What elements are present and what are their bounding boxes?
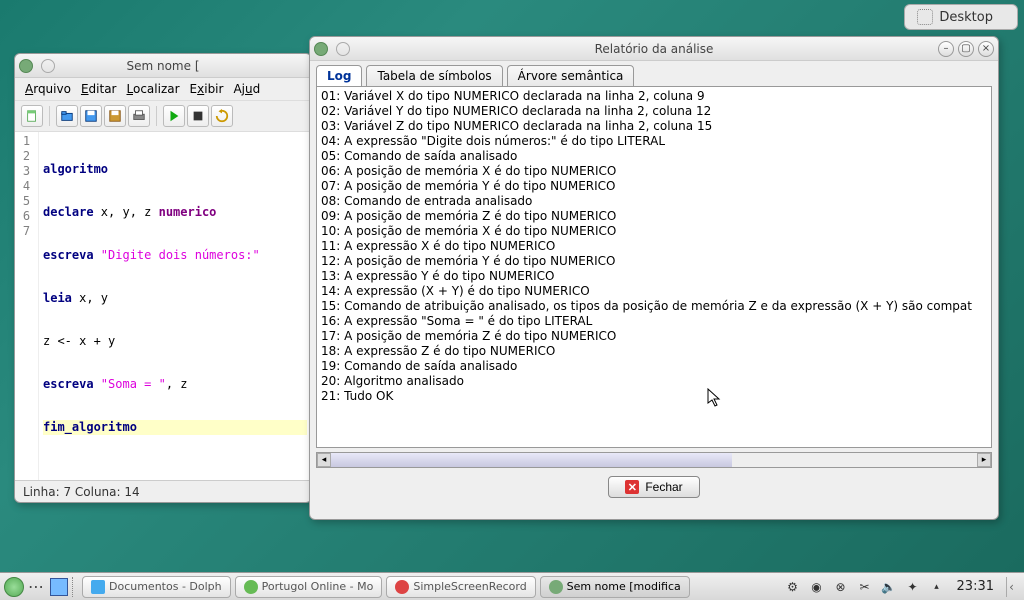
panel-expand-icon[interactable]: ‹ xyxy=(1006,577,1016,597)
recorder-icon xyxy=(395,580,409,594)
system-tray: ⚙ ◉ ⊗ ✂ 🔈 ✦ ▴ 23:31 ‹ xyxy=(785,577,1020,597)
volume-icon[interactable]: 🔈 xyxy=(881,579,897,595)
maximize-button[interactable]: ▢ xyxy=(958,41,974,57)
log-line: 08: Comando de entrada analisado xyxy=(321,194,987,209)
close-button[interactable]: × xyxy=(978,41,994,57)
open-button[interactable] xyxy=(56,105,78,127)
toolbar xyxy=(15,101,311,132)
start-button[interactable] xyxy=(4,577,24,597)
taskbar: ⋯ Documentos - Dolph Portugol Online - M… xyxy=(0,572,1024,600)
log-line: 14: A expressão (X + Y) é do tipo NUMERI… xyxy=(321,284,987,299)
log-line: 13: A expressão Y é do tipo NUMERICO xyxy=(321,269,987,284)
desktop-label: Desktop xyxy=(939,10,993,25)
network-icon[interactable]: ◉ xyxy=(809,579,825,595)
log-line: 03: Variável Z do tipo NUMERICO declarad… xyxy=(321,119,987,134)
desktop-switcher[interactable]: Desktop xyxy=(904,4,1018,30)
log-line: 05: Comando de saída analisado xyxy=(321,149,987,164)
run-button[interactable] xyxy=(163,105,185,127)
task-recorder[interactable]: SimpleScreenRecord xyxy=(386,576,535,598)
log-line: 01: Variável X do tipo NUMERICO declarad… xyxy=(321,89,987,104)
log-line: 02: Variável Y do tipo NUMERICO declarad… xyxy=(321,104,987,119)
dolphin-icon xyxy=(91,580,105,594)
menu-view[interactable]: Exibir xyxy=(186,80,228,98)
tray-close-icon[interactable]: ⊗ xyxy=(833,579,849,595)
log-line: 18: A expressão Z é do tipo NUMERICO xyxy=(321,344,987,359)
statusbar: Linha: 7 Coluna: 14 xyxy=(15,480,311,502)
scroll-left-icon[interactable]: ◂ xyxy=(317,453,331,467)
tray-icon[interactable]: ⚙ xyxy=(785,579,801,595)
quicklaunch-icon[interactable]: ⋯ xyxy=(28,577,46,596)
log-line: 19: Comando de saída analisado xyxy=(321,359,987,374)
cursor-position: Linha: 7 Coluna: 14 xyxy=(23,485,140,499)
new-button[interactable] xyxy=(21,105,43,127)
log-line: 16: A expressão "Soma = " é do tipo LITE… xyxy=(321,314,987,329)
log-line: 10: A posição de memória X é do tipo NUM… xyxy=(321,224,987,239)
editor-icon xyxy=(549,580,563,594)
log-line: 09: A posição de memória Z é do tipo NUM… xyxy=(321,209,987,224)
editor-window: Sem nome [ Arquivo Editar Localizar Exib… xyxy=(14,53,312,503)
log-line: 11: A expressão X é do tipo NUMERICO xyxy=(321,239,987,254)
save-button[interactable] xyxy=(80,105,102,127)
show-desktop-icon[interactable] xyxy=(50,578,68,596)
editor-title: Sem nome [ xyxy=(15,59,311,73)
stop-button[interactable] xyxy=(187,105,209,127)
editor-body: 1234567 algoritmo declare x, y, z numeri… xyxy=(15,132,311,480)
step-button[interactable] xyxy=(211,105,233,127)
task-editor[interactable]: Sem nome [modifica xyxy=(540,576,690,598)
menu-find[interactable]: Localizar xyxy=(123,80,184,98)
saveas-button[interactable] xyxy=(104,105,126,127)
gutter: 1234567 xyxy=(15,132,39,480)
log-line: 15: Comando de atribuição analisado, os … xyxy=(321,299,987,314)
editor-titlebar[interactable]: Sem nome [ xyxy=(15,54,311,78)
log-output[interactable]: 01: Variável X do tipo NUMERICO declarad… xyxy=(316,86,992,448)
analysis-window: Relatório da análise – ▢ × Log Tabela de… xyxy=(309,36,999,520)
bluetooth-icon[interactable]: ✦ xyxy=(905,579,921,595)
menu-edit[interactable]: Editar xyxy=(77,80,121,98)
task-documents[interactable]: Documentos - Dolph xyxy=(82,576,231,598)
horizontal-scrollbar[interactable]: ◂ ▸ xyxy=(316,452,992,468)
analysis-titlebar[interactable]: Relatório da análise – ▢ × xyxy=(310,37,998,61)
tab-log[interactable]: Log xyxy=(316,65,362,86)
browser-icon xyxy=(244,580,258,594)
code-area[interactable]: algoritmo declare x, y, z numerico escre… xyxy=(39,132,311,480)
log-line: 21: Tudo OK xyxy=(321,389,987,404)
print-button[interactable] xyxy=(128,105,150,127)
clock[interactable]: 23:31 xyxy=(953,579,998,594)
log-line: 20: Algoritmo analisado xyxy=(321,374,987,389)
minimize-button[interactable]: – xyxy=(938,41,954,57)
menubar: Arquivo Editar Localizar Exibir Ajud xyxy=(15,78,311,101)
close-icon: ✕ xyxy=(625,480,639,494)
log-line: 07: A posição de memória Y é do tipo NUM… xyxy=(321,179,987,194)
tray-expand-icon[interactable]: ▴ xyxy=(929,579,945,595)
log-line: 06: A posição de memória X é do tipo NUM… xyxy=(321,164,987,179)
tab-semantic[interactable]: Árvore semântica xyxy=(507,65,635,86)
log-line: 12: A posição de memória Y é do tipo NUM… xyxy=(321,254,987,269)
scroll-thumb[interactable] xyxy=(331,453,732,467)
close-dialog-button[interactable]: ✕ Fechar xyxy=(608,476,699,498)
log-line: 04: A expressão "Digite dois números:" é… xyxy=(321,134,987,149)
scroll-right-icon[interactable]: ▸ xyxy=(977,453,991,467)
log-line: 17: A posição de memória Z é do tipo NUM… xyxy=(321,329,987,344)
analysis-title: Relatório da análise xyxy=(310,42,998,56)
menu-help[interactable]: Ajud xyxy=(229,80,264,98)
task-portugol[interactable]: Portugol Online - Mo xyxy=(235,576,383,598)
tabs: Log Tabela de símbolos Árvore semântica xyxy=(310,61,998,86)
tab-symbols[interactable]: Tabela de símbolos xyxy=(366,65,502,86)
clipboard-icon[interactable]: ✂ xyxy=(857,579,873,595)
menu-file[interactable]: Arquivo xyxy=(21,80,75,98)
